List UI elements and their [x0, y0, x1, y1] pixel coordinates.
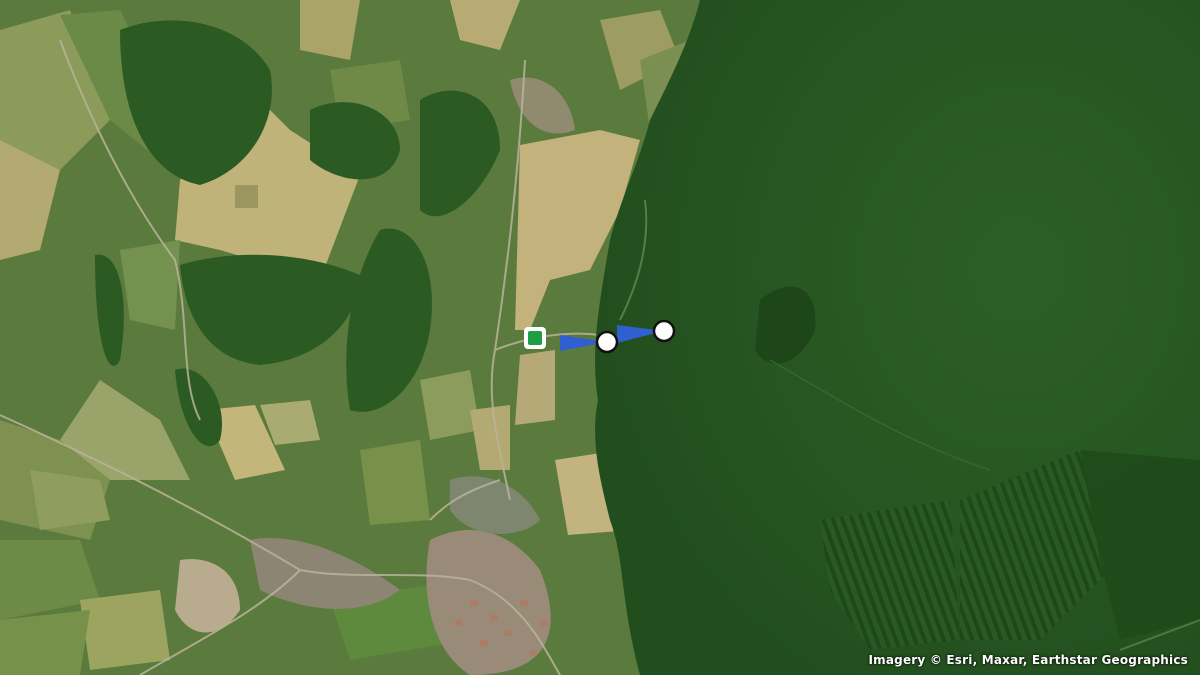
waypoint-marker[interactable]	[652, 319, 676, 343]
route-overlay	[524, 319, 676, 354]
map-view[interactable]: Imagery © Esri, Maxar, Earthstar Geograp…	[0, 0, 1200, 675]
waypoint-marker[interactable]	[595, 330, 619, 354]
start-marker[interactable]	[524, 327, 546, 349]
map-attribution: Imagery © Esri, Maxar, Earthstar Geograp…	[868, 653, 1188, 667]
